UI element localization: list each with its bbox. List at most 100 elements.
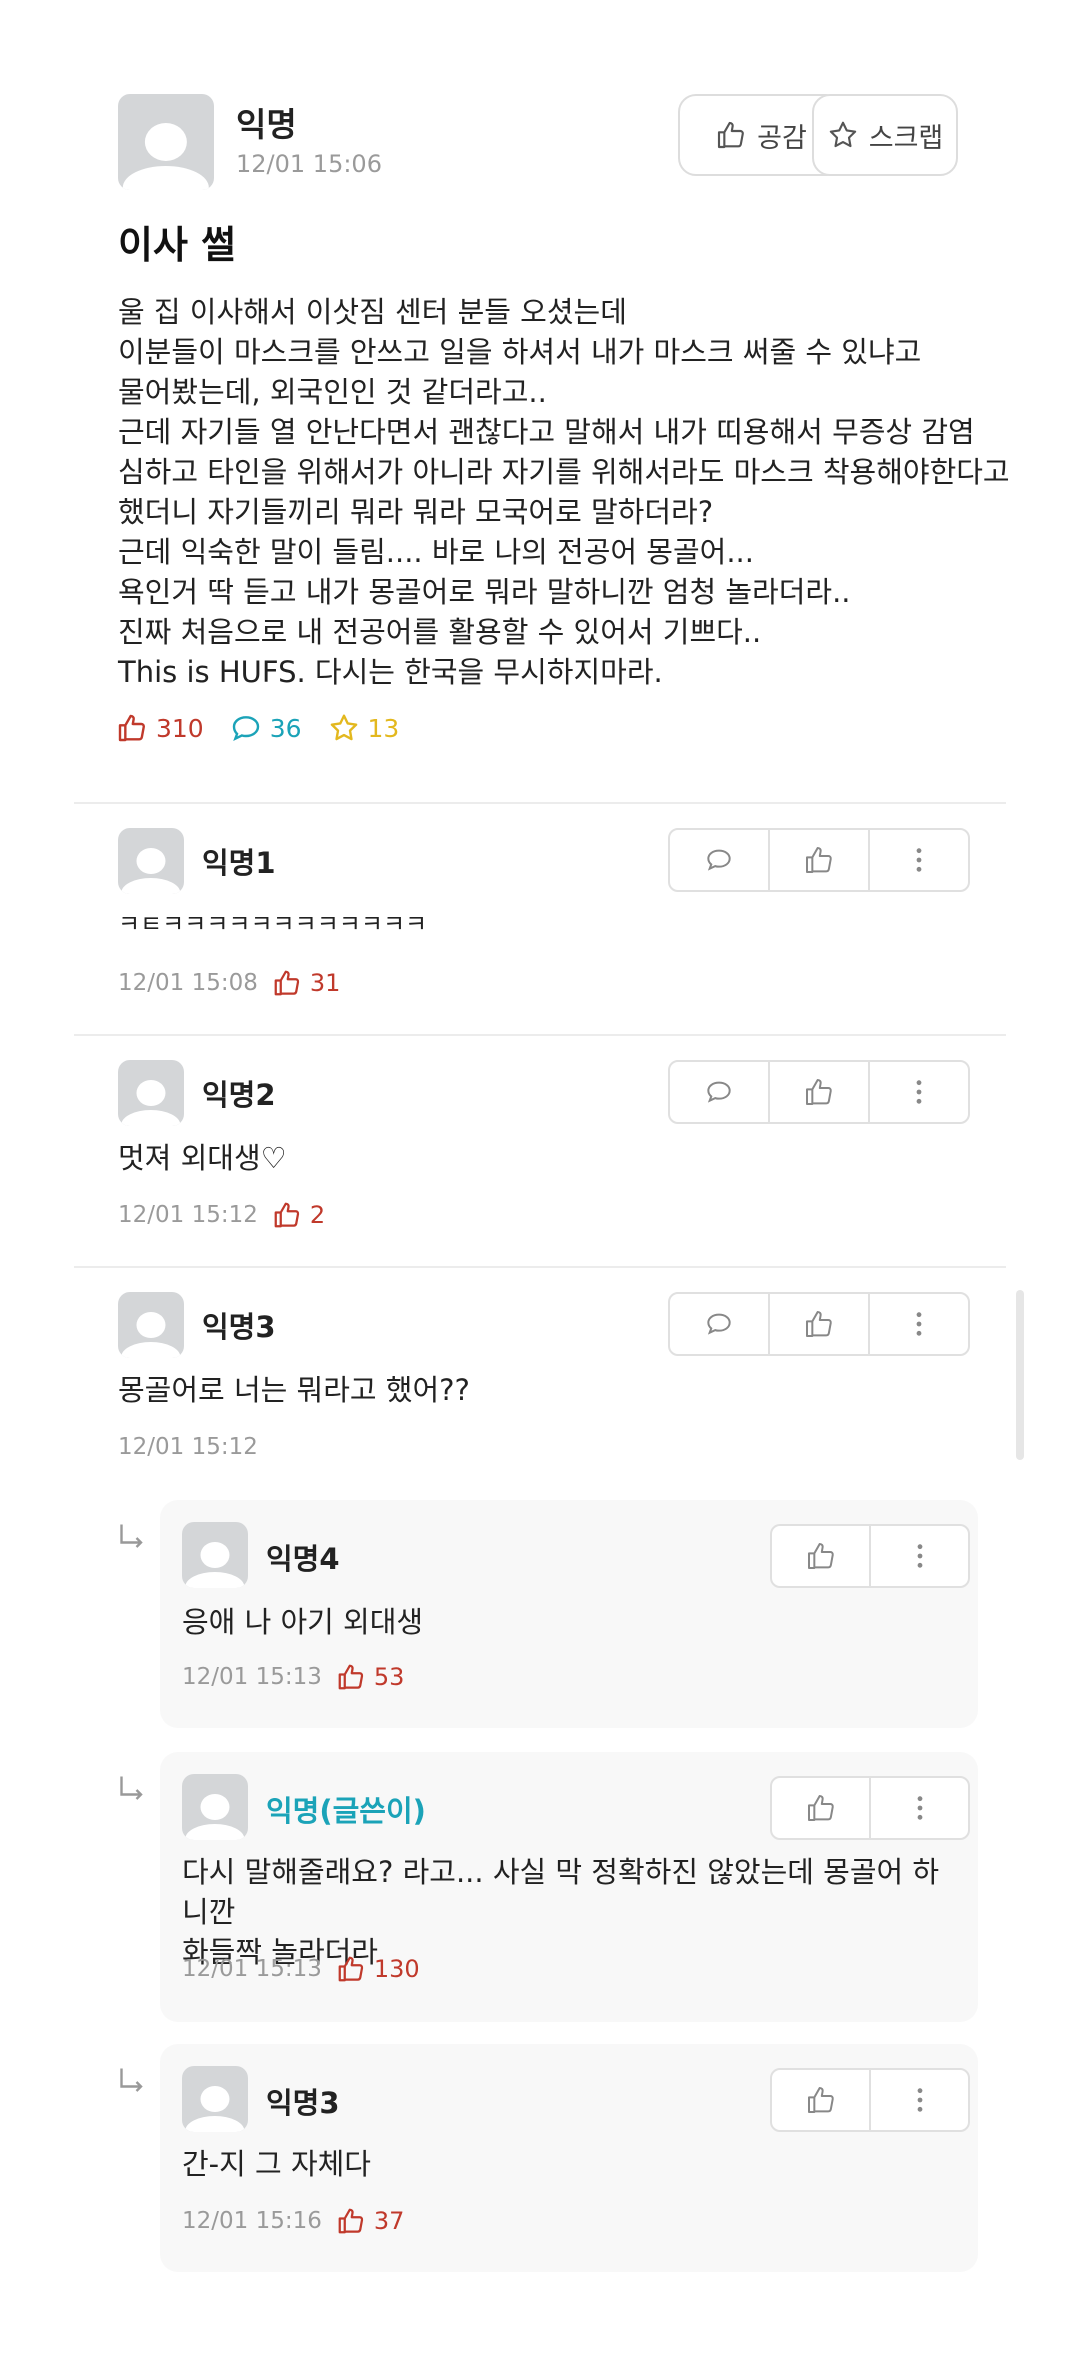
comment-text: ㅋㅌㅋㅋㅋㅋㅋㅋㅋㅋㅋㅋㅋㅋ (118, 910, 428, 938)
reply-actions (770, 1776, 970, 1840)
reply-text-line: 다시 말해줄래요? 라고... 사실 막 정확하진 않았는데 몽골어 하니깐 (182, 1855, 940, 1929)
more-vertical-icon (917, 1544, 922, 1568)
comment-datetime: 12/01 15:12 (118, 1202, 258, 1228)
comment-actions (668, 828, 970, 892)
thumbs-up-icon (806, 1311, 832, 1337)
more-vertical-icon (916, 848, 922, 872)
post-like-label: 공감 (757, 122, 807, 154)
comment-like-count: 31 (272, 968, 340, 998)
reply-button[interactable] (670, 1062, 770, 1122)
reply-meta: 12/01 15:16 37 (182, 2206, 404, 2236)
star-icon (330, 714, 357, 741)
more-options-button[interactable] (870, 1062, 968, 1122)
more-options-button[interactable] (870, 830, 968, 890)
comment-text: 몽골어로 너는 뭐라고 했어?? (118, 1373, 470, 1407)
reply-datetime: 12/01 15:16 (182, 2208, 322, 2234)
reply-meta: 12/01 15:13 53 (182, 1662, 404, 1692)
post-author-avatar (118, 94, 214, 190)
scrollbar[interactable] (1016, 1290, 1024, 1460)
post-body-line: 했더니 자기들끼리 뭐라 뭐라 모국어로 말하더라? (118, 495, 714, 529)
post-comment-count: 36 (230, 712, 302, 744)
thumbs-up-icon (274, 970, 300, 996)
post-body-line: 욕인거 딱 듣고 내가 몽골어로 뭐라 말하니깐 엄청 놀라더라.. (118, 575, 851, 609)
comment-avatar (118, 1292, 184, 1358)
reply-author-op: 익명(글쓴이) (266, 1794, 426, 1828)
post-stats: 310 36 13 (116, 712, 399, 744)
reply-like-button[interactable] (772, 1526, 871, 1586)
post-body-line: 울 집 이사해서 이삿짐 센터 분들 오셨는데 (118, 295, 627, 329)
post-datetime: 12/01 15:06 (236, 150, 382, 178)
more-vertical-icon (916, 1080, 922, 1104)
comment-actions (668, 1060, 970, 1124)
reply-author: 익명4 (266, 1542, 340, 1576)
reply-actions (770, 1524, 970, 1588)
post-body-line: 심하고 타인을 위해서가 아니라 자기를 위해서라도 마스크 착용해야한다고 (118, 455, 1010, 489)
speech-bubble-icon (232, 716, 259, 742)
thumbs-up-icon (807, 1543, 834, 1569)
comment-datetime: 12/01 15:08 (118, 970, 258, 996)
comment-meta: 12/01 15:08 31 (118, 968, 340, 998)
comment-avatar (118, 1060, 184, 1126)
comment-text: 멋져 외대생♡ (118, 1141, 287, 1175)
thumbs-up-icon (806, 847, 832, 873)
speech-bubble-icon (707, 1081, 731, 1103)
thumbs-up-icon (807, 2087, 834, 2113)
reply-arrow-icon (120, 2068, 143, 2092)
comment-like-button[interactable] (770, 830, 870, 890)
post-body: 울 집 이사해서 이삿짐 센터 분들 오셨는데 이분들이 마스크를 안쓰고 일을… (118, 292, 1018, 692)
reply-like-button[interactable] (772, 2070, 871, 2130)
reply-datetime: 12/01 15:13 (182, 1664, 322, 1690)
more-options-button[interactable] (871, 1778, 968, 1838)
reply-meta: 12/01 15:13 130 (182, 1954, 420, 1984)
comment-like-button[interactable] (770, 1062, 870, 1122)
reply-actions (770, 2068, 970, 2132)
reply-like-count: 37 (336, 2206, 404, 2236)
comment-like-button[interactable] (770, 1294, 870, 1354)
reply-arrow-icon (120, 1524, 143, 1548)
thumbs-up-icon (806, 1079, 832, 1105)
post-scrap-button[interactable]: 스크랩 (812, 94, 958, 176)
post-like-count: 310 (116, 712, 204, 744)
star-icon (829, 121, 856, 148)
thumbs-up-icon (718, 121, 744, 149)
post-title: 이사 썰 (118, 223, 237, 267)
reply-avatar (182, 2066, 248, 2132)
comment-avatar (118, 828, 184, 894)
comment-meta: 12/01 15:12 2 (118, 1200, 325, 1230)
post-scrap-count: 13 (328, 712, 399, 744)
divider (74, 1266, 1006, 1268)
thumbs-up-icon (338, 1664, 364, 1690)
post-author-name: 익명 (236, 105, 297, 144)
post-body-line: 근데 자기들 열 안난다면서 괜찮다고 말해서 내가 띠용해서 무증상 감염 (118, 415, 975, 449)
comment-actions (668, 1292, 970, 1356)
comment-meta: 12/01 15:12 (118, 1434, 258, 1460)
reply-text: 응애 나 아기 외대생 (182, 1605, 424, 1639)
reply-avatar (182, 1522, 248, 1588)
reply-button[interactable] (670, 1294, 770, 1354)
reply-like-button[interactable] (772, 1778, 871, 1838)
speech-bubble-icon (707, 1313, 731, 1335)
post-body-line: 물어봤는데, 외국인인 것 같더라고.. (118, 375, 547, 409)
reply-arrow-icon (120, 1776, 143, 1800)
comment-like-count: 2 (272, 1200, 325, 1230)
divider (74, 802, 1006, 804)
more-options-button[interactable] (870, 1294, 968, 1354)
comment-author: 익명2 (202, 1078, 276, 1112)
comment-datetime: 12/01 15:12 (118, 1434, 258, 1460)
more-options-button[interactable] (871, 2070, 968, 2130)
thumbs-up-icon (807, 1795, 834, 1821)
more-vertical-icon (917, 1796, 922, 1820)
divider (74, 1034, 1006, 1036)
more-options-button[interactable] (871, 1526, 968, 1586)
post-body-line: 이분들이 마스크를 안쓰고 일을 하셔서 내가 마스크 써줄 수 있냐고 (118, 335, 922, 369)
comment-author: 익명3 (202, 1310, 276, 1344)
post-body-line: 근데 익숙한 말이 들림.... 바로 나의 전공어 몽골어... (118, 535, 754, 569)
post-body-line: This is HUFS. 다시는 한국을 무시하지마라. (118, 655, 663, 689)
reply-datetime: 12/01 15:13 (182, 1956, 322, 1982)
comment-author: 익명1 (202, 846, 276, 880)
thumbs-up-icon (338, 1956, 364, 1982)
reply-like-count: 53 (336, 1662, 404, 1692)
thumbs-up-icon (118, 714, 145, 742)
post-body-line: 진짜 처음으로 내 전공어를 활용할 수 있어서 기쁘다.. (118, 615, 762, 649)
reply-button[interactable] (670, 830, 770, 890)
